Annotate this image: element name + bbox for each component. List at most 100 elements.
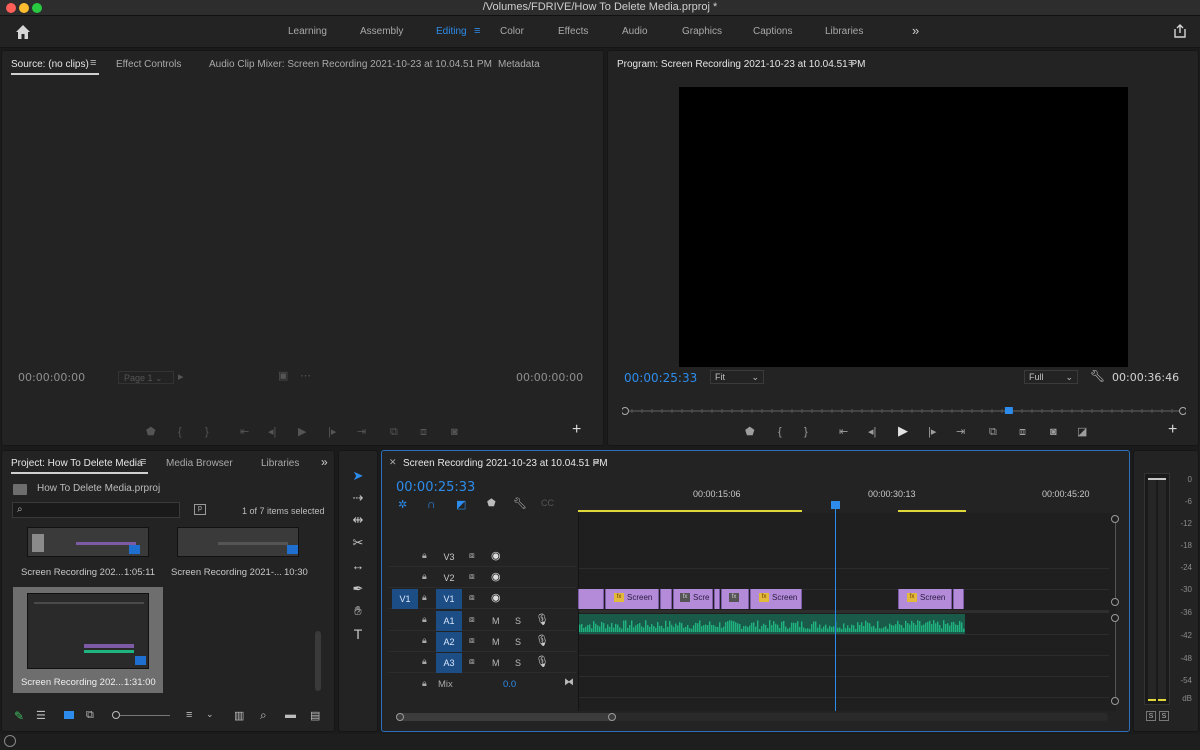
new-bin-icon[interactable]: ▬ [285, 709, 296, 721]
insert-icon[interactable]: ⧉ [390, 425, 398, 439]
eye-icon[interactable]: ◉ [491, 591, 501, 604]
program-video-frame[interactable] [679, 87, 1128, 367]
marker-icon[interactable]: ⬟ [146, 425, 156, 439]
video-clip[interactable]: fx Screen [898, 589, 952, 609]
lock-icon[interactable]: 🔒︎ [422, 678, 427, 689]
zoom-handle-left[interactable] [396, 713, 404, 721]
source-timecode-in[interactable]: 00:00:00:00 [18, 371, 85, 384]
track-target-a3[interactable]: A3 [436, 653, 462, 673]
add-button-icon[interactable]: + [572, 421, 581, 439]
scrub-icon[interactable]: ⋯ [300, 369, 311, 383]
close-icon[interactable]: ✕ [389, 457, 397, 468]
horizontal-zoom-thumb[interactable] [396, 713, 616, 721]
microphone-icon[interactable]: 🎙︎ [535, 613, 549, 626]
track-select-tool-icon[interactable]: ⇢ [348, 489, 368, 507]
sync-lock-icon[interactable]: ⧈ [469, 656, 475, 667]
program-scrubber[interactable] [621, 407, 1187, 415]
eye-icon[interactable]: ◉ [491, 570, 501, 583]
track-target-a2[interactable]: A2 [436, 632, 462, 652]
slip-tool-icon[interactable]: ↔ [348, 557, 368, 575]
snap-icon[interactable]: ∩ [427, 497, 436, 511]
chevron-down-icon[interactable]: ⌄ [206, 709, 214, 720]
tab-effect-controls[interactable]: Effect Controls [116, 59, 181, 70]
vertical-zoom-handle[interactable] [1111, 697, 1119, 705]
zoom-slider-handle[interactable] [112, 711, 120, 719]
status-indicator-icon[interactable] [4, 735, 16, 747]
sync-lock-icon[interactable]: ⧈ [469, 571, 475, 582]
extract-icon[interactable]: ⧈ [1019, 425, 1026, 439]
mute-button[interactable]: M [492, 616, 500, 626]
icon-view-icon[interactable] [64, 711, 74, 719]
track-target-v1[interactable]: V1 [436, 589, 462, 609]
panel-menu-icon[interactable]: ≡ [140, 456, 146, 468]
playhead-handle[interactable] [831, 501, 840, 509]
workspace-tab-color[interactable]: Color [500, 26, 524, 37]
export-frame-icon[interactable]: ◙ [451, 425, 458, 439]
mark-in-icon[interactable]: { [778, 425, 782, 439]
list-view-icon[interactable]: ☰ [36, 709, 46, 722]
mark-out-icon[interactable]: } [804, 425, 808, 439]
step-back-icon[interactable]: ◂| [268, 425, 276, 439]
pen-tool-icon[interactable]: ✒︎ [348, 580, 368, 598]
step-back-icon[interactable]: ◂| [868, 425, 876, 439]
workspace-tab-libraries[interactable]: Libraries [825, 26, 863, 37]
project-scrollbar[interactable] [315, 631, 321, 691]
pencil-icon[interactable]: ✎ [14, 709, 24, 723]
tab-audio-clip-mixer[interactable]: Audio Clip Mixer: Screen Recording 2021-… [209, 59, 492, 70]
solo-button[interactable]: S [515, 616, 521, 626]
wrench-icon[interactable]: 🔧︎ [1090, 369, 1105, 383]
chevrons-right-icon[interactable]: » [321, 455, 328, 469]
vertical-zoom-handle[interactable] [1111, 614, 1119, 622]
ripple-edit-tool-icon[interactable]: ⇹ [348, 511, 368, 529]
lock-icon[interactable]: 🔒︎ [422, 635, 427, 646]
solo-button[interactable]: S [515, 637, 521, 647]
track-target-v3[interactable]: V3 [436, 547, 462, 567]
sequence-tab[interactable]: Screen Recording 2021-10-23 at 10.04.51 … [403, 458, 608, 469]
track-target-v2[interactable]: V2 [436, 568, 462, 588]
panel-menu-icon[interactable]: ≡ [848, 57, 854, 69]
timeline-settings-icon[interactable]: 🔧︎ [513, 497, 527, 510]
zoom-handle-right[interactable] [608, 713, 616, 721]
sync-lock-icon[interactable]: ⧈ [469, 550, 475, 561]
chevrons-right-icon[interactable]: » [912, 23, 919, 38]
find-icon[interactable]: ⌕ [260, 708, 267, 723]
lock-icon[interactable]: 🔒︎ [422, 656, 427, 667]
comparison-view-icon[interactable]: ◪ [1077, 425, 1087, 439]
workspace-tab-learning[interactable]: Learning [288, 26, 327, 37]
sync-lock-icon[interactable]: ⧈ [469, 635, 475, 646]
workspace-tab-effects[interactable]: Effects [558, 26, 588, 37]
tab-libraries[interactable]: Libraries [261, 458, 299, 469]
linked-selection-icon[interactable]: ◩ [456, 498, 466, 511]
fit-select[interactable]: Fit ⌄ [710, 370, 764, 384]
time-ruler[interactable]: 00:00:15:06 00:00:30:13 00:00:45:20 [578, 485, 1116, 513]
captions-icon[interactable]: CC [541, 498, 554, 508]
video-clip[interactable] [660, 589, 672, 609]
workspace-tab-captions[interactable]: Captions [753, 26, 792, 37]
lock-icon[interactable]: 🔒︎ [422, 614, 427, 625]
quality-select[interactable]: Full ⌄ [1024, 370, 1078, 384]
freeform-view-icon[interactable]: ⧉ [86, 709, 94, 722]
solo-button[interactable]: S [515, 658, 521, 668]
share-icon[interactable] [1172, 23, 1188, 39]
audio-clip-a1[interactable] [579, 614, 965, 634]
video-clip[interactable] [578, 589, 604, 609]
source-patch-v1[interactable]: V1 [392, 589, 418, 609]
tab-metadata[interactable]: Metadata [498, 59, 540, 70]
workspace-tab-assembly[interactable]: Assembly [360, 26, 403, 37]
workspace-tab-audio[interactable]: Audio [622, 26, 648, 37]
vertical-scroll-track[interactable] [1115, 622, 1116, 697]
tab-media-browser[interactable]: Media Browser [166, 458, 233, 469]
video-clip[interactable]: fx [721, 589, 749, 609]
workspace-menu-icon[interactable]: ≡ [474, 25, 480, 37]
go-to-in-icon[interactable]: ⇤ [240, 425, 249, 439]
settings-square-icon[interactable]: ▣ [278, 369, 288, 383]
step-forward-icon[interactable]: |▸ [328, 425, 336, 439]
track-area[interactable] [578, 513, 1116, 711]
sort-icon[interactable]: ≡ [186, 709, 192, 721]
program-title[interactable]: Program: Screen Recording 2021-10-23 at … [617, 59, 865, 70]
project-search-input[interactable]: ⌕ [12, 502, 180, 518]
home-icon[interactable] [14, 23, 32, 41]
lock-icon[interactable]: 🔒︎ [422, 592, 427, 603]
mark-in-icon[interactable]: { [178, 425, 182, 439]
overwrite-icon[interactable]: ⧈ [420, 425, 427, 439]
